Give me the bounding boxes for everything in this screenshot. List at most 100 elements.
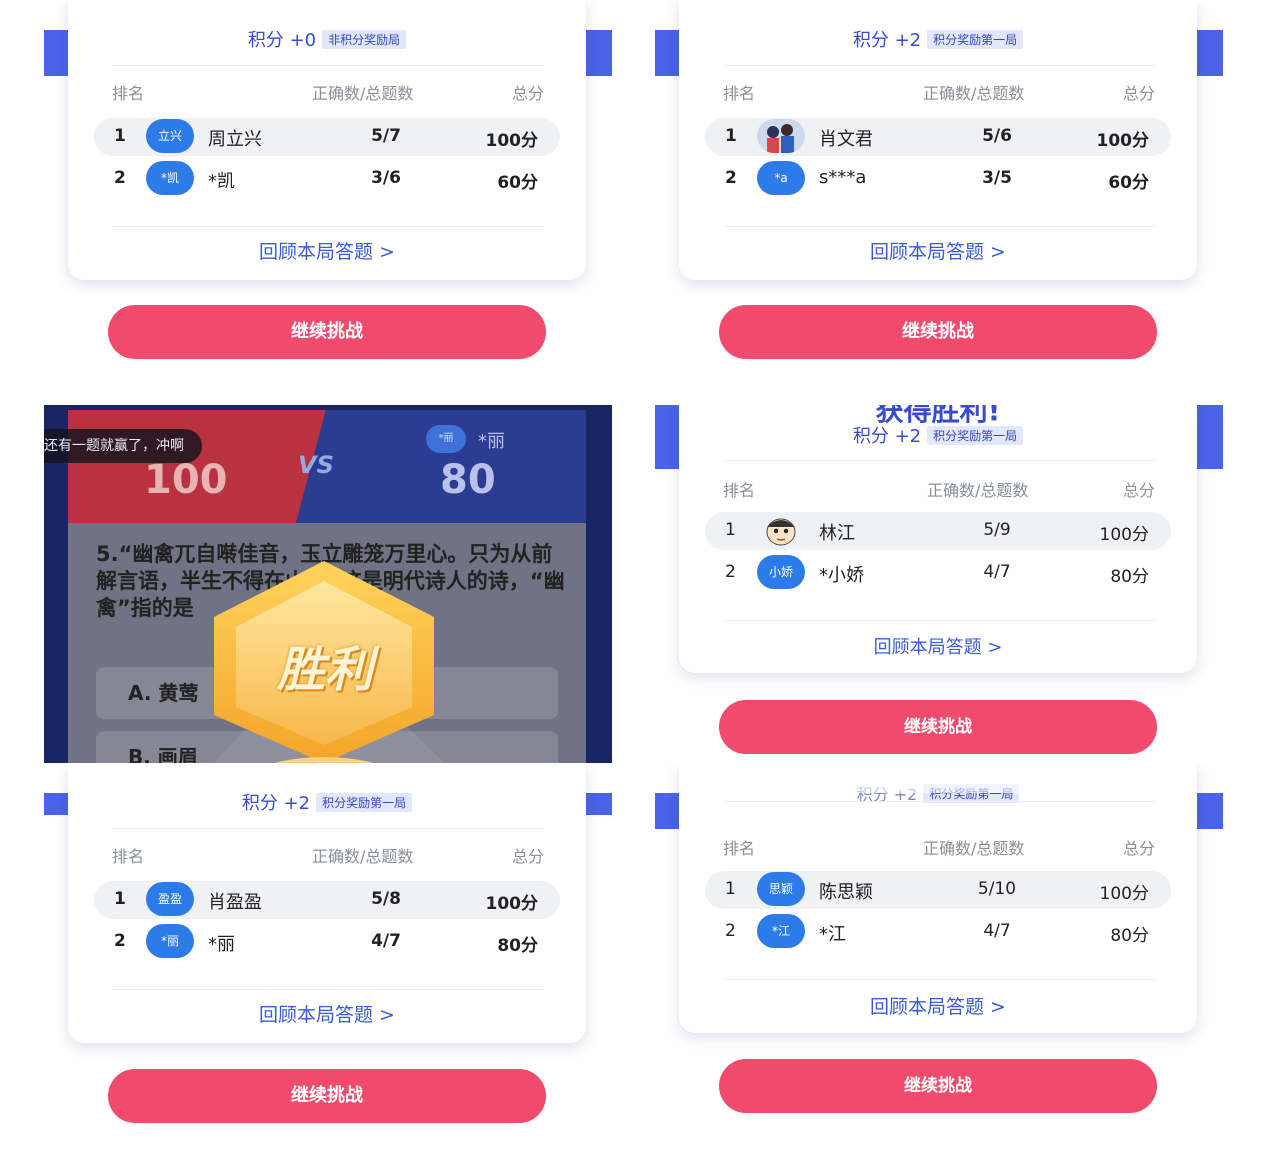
total-col-header: 总分 bbox=[1122, 84, 1155, 103]
total-col-header: 总分 bbox=[511, 847, 544, 866]
continue-challenge-button[interactable]: 继续挑战 bbox=[719, 700, 1157, 754]
ribbon-right bbox=[586, 793, 612, 815]
ribbon-left bbox=[655, 30, 681, 76]
table-row: 2 *a s***a 3/5 60分 bbox=[705, 160, 1171, 198]
rank: 2 bbox=[725, 168, 737, 188]
opponent-avatar: *丽 bbox=[426, 425, 466, 453]
player-name: 林江 bbox=[819, 523, 855, 544]
table-row: 1 思颖 陈思颖 5/10 100分 bbox=[705, 871, 1171, 909]
ribbon-right bbox=[1197, 405, 1223, 469]
total-score: 100分 bbox=[1096, 131, 1150, 151]
ribbon-right bbox=[586, 30, 612, 76]
continue-challenge-button[interactable]: 继续挑战 bbox=[719, 1059, 1157, 1113]
total-score: 100分 bbox=[485, 894, 539, 914]
result-panel-5: 积分 +2 积分奖励第一局 排名 正确数/总题数 总分 1 思颖 陈思颖 5/10… bbox=[655, 765, 1223, 1135]
continue-challenge-button[interactable]: 继续挑战 bbox=[108, 1069, 546, 1123]
ratio-col-header: 正确数/总题数 bbox=[312, 847, 414, 866]
ratio-col-header: 正确数/总题数 bbox=[923, 839, 1025, 858]
correct-ratio: 5/6 bbox=[982, 126, 1012, 146]
correct-ratio: 5/9 bbox=[983, 520, 1011, 540]
table-row: 1 立兴 周立兴 5/7 100分 bbox=[94, 118, 560, 156]
points-line: 积分 +2 积分奖励第一局 bbox=[68, 789, 586, 815]
points-line: 积分 +0 非积分奖励局 bbox=[68, 26, 586, 52]
avatar: *a bbox=[757, 161, 805, 195]
continue-challenge-button[interactable]: 继续挑战 bbox=[719, 305, 1157, 359]
avatar: 盈盈 bbox=[146, 882, 194, 916]
rank-col-header: 排名 bbox=[723, 481, 756, 500]
player-name: 陈思颖 bbox=[819, 882, 873, 903]
divider bbox=[112, 989, 544, 990]
player-name: 周立兴 bbox=[208, 129, 262, 150]
rank: 2 bbox=[114, 931, 126, 951]
correct-ratio: 4/7 bbox=[983, 562, 1011, 582]
result-card: 积分 +0 非积分奖励局 排名 正确数/总题数 总分 1 立兴 周立兴 5/7 1… bbox=[68, 0, 586, 280]
player-name: *江 bbox=[819, 924, 846, 945]
vs-label: VS bbox=[298, 451, 334, 479]
ribbon-right bbox=[1197, 793, 1223, 829]
points-value: 积分 +2 bbox=[241, 793, 311, 814]
avatar: *凯 bbox=[146, 161, 194, 195]
ribbon-right bbox=[1197, 30, 1223, 76]
photo-avatar bbox=[757, 119, 805, 153]
review-answers-link[interactable]: 回顾本局答题 > bbox=[68, 1000, 586, 1027]
result-card: 积分 +2 积分奖励第一局 排名 正确数/总题数 总分 1 肖文君 5/6 100… bbox=[679, 0, 1197, 280]
table-row: 2 *丽 *丽 4/7 80分 bbox=[94, 923, 560, 961]
rank: 2 bbox=[725, 921, 736, 941]
left-score: 100 bbox=[144, 457, 228, 503]
review-answers-link[interactable]: 回顾本局答题 > bbox=[679, 237, 1197, 264]
table-row: 1 肖文君 5/6 100分 bbox=[705, 118, 1171, 156]
round-tag: 积分奖励第一局 bbox=[316, 793, 413, 812]
total-score: 60分 bbox=[1108, 173, 1149, 193]
result-card: 获得胜利! 积分 +2 积分奖励第一局 排名 正确数/总题数 总分 1 林江 5/… bbox=[679, 405, 1197, 673]
total-score: 60分 bbox=[497, 173, 538, 193]
correct-ratio: 5/10 bbox=[977, 879, 1017, 899]
rank-col-header: 排名 bbox=[112, 84, 145, 103]
avatar: 立兴 bbox=[146, 119, 194, 153]
total-col-header: 总分 bbox=[1122, 481, 1155, 500]
rank-col-header: 排名 bbox=[723, 84, 756, 103]
review-answers-link[interactable]: 回顾本局答题 > bbox=[679, 633, 1197, 659]
avatar: 小娇 bbox=[757, 555, 805, 589]
player-name: 肖文君 bbox=[819, 129, 873, 150]
correct-ratio: 5/7 bbox=[371, 126, 401, 146]
divider bbox=[112, 226, 544, 227]
points-line: 积分 +2 积分奖励第一局 bbox=[679, 26, 1197, 52]
family-photo-icon bbox=[757, 119, 805, 153]
player-name: *丽 bbox=[208, 934, 235, 955]
result-panel-3: 获得胜利! 积分 +2 积分奖励第一局 排名 正确数/总题数 总分 1 林江 5/… bbox=[655, 405, 1223, 763]
player-name: s***a bbox=[819, 167, 867, 188]
cartoon-avatar bbox=[757, 513, 805, 547]
rank: 1 bbox=[725, 520, 736, 540]
round-tag: 积分奖励第一局 bbox=[927, 426, 1024, 445]
round-tag: 非积分奖励局 bbox=[322, 30, 407, 49]
continue-challenge-button[interactable]: 继续挑战 bbox=[108, 305, 546, 359]
points-line: 积分 +2 积分奖励第一局 bbox=[679, 422, 1197, 448]
result-panel-1: 积分 +0 非积分奖励局 排名 正确数/总题数 总分 1 立兴 周立兴 5/7 1… bbox=[44, 0, 612, 370]
divider bbox=[723, 620, 1155, 621]
points-value: 积分 +2 bbox=[852, 30, 922, 51]
rank: 2 bbox=[725, 562, 736, 582]
rank: 1 bbox=[725, 879, 736, 899]
round-tag: 积分奖励第一局 bbox=[927, 30, 1024, 49]
table-row: 1 盈盈 肖盈盈 5/8 100分 bbox=[94, 881, 560, 919]
divider bbox=[723, 801, 1155, 802]
cartoon-face-icon bbox=[757, 513, 805, 547]
review-answers-link[interactable]: 回顾本局答题 > bbox=[68, 237, 586, 264]
quiz-battle-screen: 还有一题就赢了，冲啊 100 VS *丽 *丽 80 5.“幽禽兀自啭佳音，玉立… bbox=[44, 405, 612, 763]
total-score: 80分 bbox=[497, 936, 538, 956]
total-score: 100分 bbox=[485, 131, 539, 151]
correct-ratio: 5/8 bbox=[371, 889, 401, 909]
correct-ratio: 3/5 bbox=[982, 168, 1012, 188]
rank-col-header: 排名 bbox=[723, 839, 756, 858]
divider bbox=[723, 460, 1155, 461]
correct-ratio: 4/7 bbox=[983, 921, 1011, 941]
avatar: *江 bbox=[757, 914, 805, 948]
victory-badge-text: 胜利 bbox=[276, 642, 373, 698]
rank: 1 bbox=[725, 126, 737, 146]
divider bbox=[723, 65, 1155, 66]
table-row: 2 *江 *江 4/7 80分 bbox=[705, 913, 1171, 951]
ribbon-left bbox=[655, 793, 681, 829]
result-card: 积分 +2 积分奖励第一局 排名 正确数/总题数 总分 1 思颖 陈思颖 5/10… bbox=[679, 765, 1197, 1033]
review-answers-link[interactable]: 回顾本局答题 > bbox=[679, 992, 1197, 1019]
avatar: 思颖 bbox=[757, 872, 805, 906]
